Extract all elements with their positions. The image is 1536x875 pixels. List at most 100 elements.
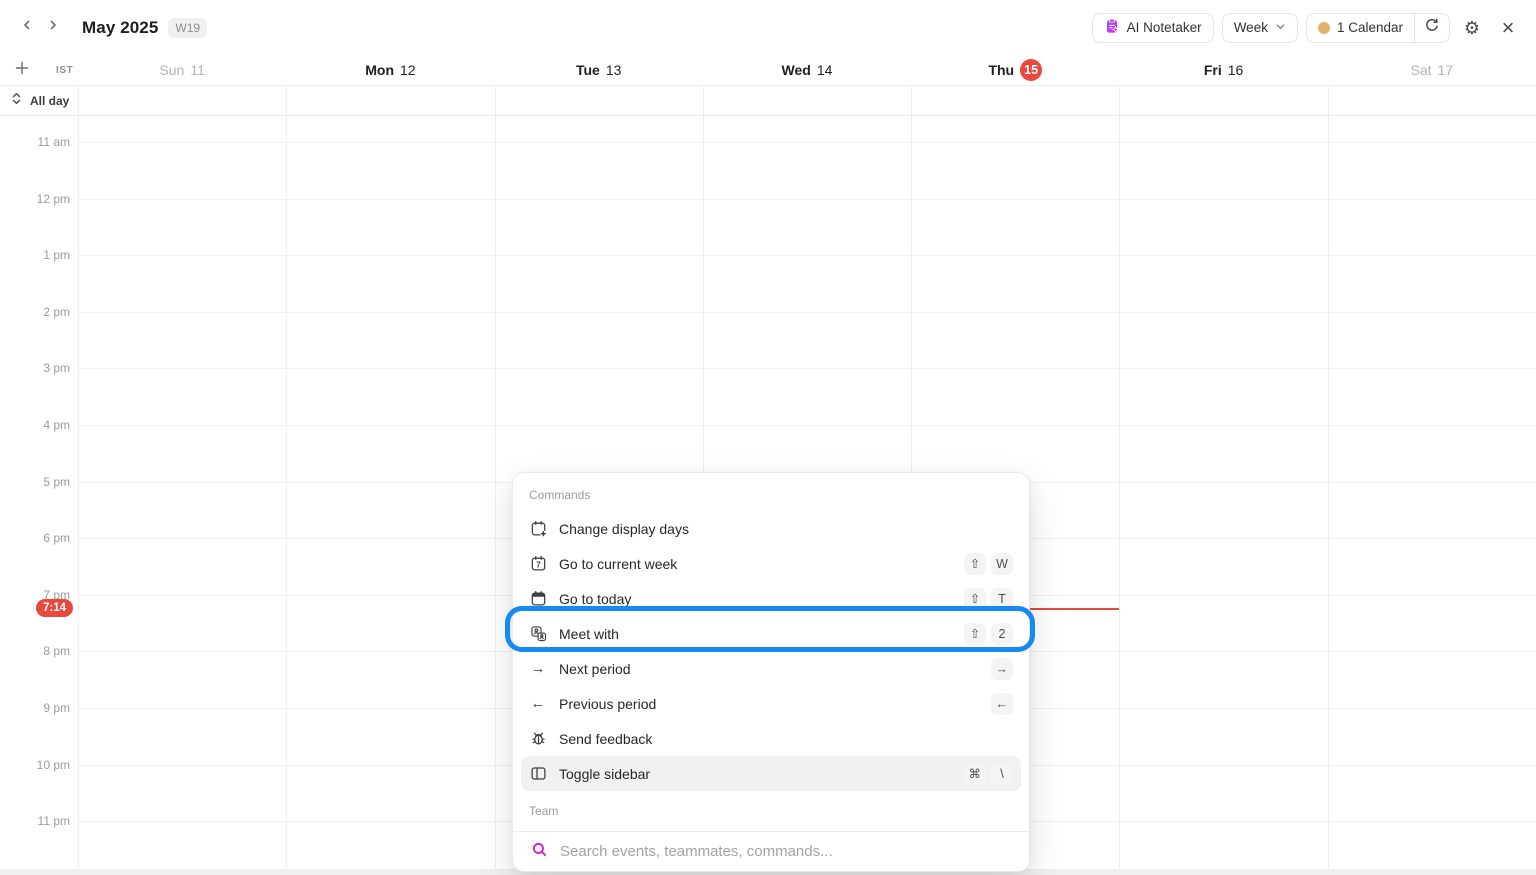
add-event-button[interactable] xyxy=(9,57,35,83)
command-label: Go to today xyxy=(559,591,631,607)
chevron-down-icon xyxy=(1275,20,1286,35)
view-selector-button[interactable]: Week xyxy=(1222,13,1298,43)
command-label: Send feedback xyxy=(559,731,652,747)
ai-notetaker-label: AI Notetaker xyxy=(1127,20,1202,35)
hour-gridline xyxy=(78,425,1536,426)
all-day-cell[interactable] xyxy=(78,86,286,115)
ai-notetaker-icon xyxy=(1104,18,1120,37)
hour-label: 10 pm xyxy=(37,758,70,772)
all-day-cell[interactable] xyxy=(1328,86,1536,115)
hour-gridline xyxy=(78,368,1536,369)
shortcut-key: ⇧ xyxy=(964,623,986,645)
all-day-cell[interactable] xyxy=(703,86,911,115)
command-item-next-period[interactable]: →Next period→ xyxy=(521,651,1021,686)
palette-search-row xyxy=(513,831,1029,871)
hour-gridline xyxy=(78,142,1536,143)
all-day-cell[interactable] xyxy=(495,86,703,115)
close-button[interactable]: × xyxy=(1494,14,1522,42)
calendar-plus-icon xyxy=(529,520,547,537)
day-number: 12 xyxy=(400,62,416,78)
hour-label: 3 pm xyxy=(43,361,70,375)
day-column-fri[interactable] xyxy=(1119,116,1327,875)
day-header-row: IST Sun11Mon12Tue13Wed14Thu15Fri16Sat17 xyxy=(0,55,1536,85)
calendar-count-label: 1 Calendar xyxy=(1337,20,1403,35)
hour-label: 2 pm xyxy=(43,305,70,319)
command-item-go-to-today[interactable]: Go to today ⇧T xyxy=(521,581,1021,616)
command-label: Change display days xyxy=(559,521,689,537)
calendar-week-icon: 7 xyxy=(529,555,547,572)
calendar-count-button[interactable]: 1 Calendar xyxy=(1307,14,1414,42)
current-time-badge: 7:14 xyxy=(36,599,73,617)
hour-label: 9 pm xyxy=(43,701,70,715)
day-header-thu[interactable]: Thu15 xyxy=(911,55,1119,85)
all-day-cell[interactable] xyxy=(911,86,1119,115)
topbar: May 2025 W19 AI Notetaker Week 1 Calenda… xyxy=(0,0,1536,55)
command-palette: Commands Change display days 7 Go to curren… xyxy=(512,472,1030,872)
unfold-icon xyxy=(10,91,23,111)
prev-period-button[interactable] xyxy=(14,15,40,41)
all-day-label: All day xyxy=(30,94,69,108)
shortcut-key: \ xyxy=(991,763,1013,785)
command-label: Toggle sidebar xyxy=(559,766,650,782)
chevron-right-icon xyxy=(46,18,60,37)
chevron-left-icon xyxy=(20,18,34,37)
command-item-meet-with[interactable]: Meet with ⇧2 xyxy=(521,616,1021,651)
day-header-sat[interactable]: Sat17 xyxy=(1328,55,1536,85)
command-item-send-feedback[interactable]: Send feedback xyxy=(521,721,1021,756)
gear-icon: ⚙ xyxy=(1464,19,1480,37)
search-icon xyxy=(531,841,548,863)
plus-icon xyxy=(14,60,30,81)
day-header-tue[interactable]: Tue13 xyxy=(495,55,703,85)
next-period-button[interactable] xyxy=(40,15,66,41)
hour-label: 8 pm xyxy=(43,644,70,658)
day-number: 17 xyxy=(1438,62,1454,78)
calendar-color-dot xyxy=(1318,22,1330,34)
hour-label: 6 pm xyxy=(43,531,70,545)
all-day-toggle[interactable]: All day xyxy=(0,86,78,115)
people-icon xyxy=(529,625,547,642)
palette-search-input[interactable] xyxy=(560,843,1011,860)
day-number: 11 xyxy=(190,62,205,78)
command-item-toggle-sidebar[interactable]: Toggle sidebar ⌘\ xyxy=(521,756,1021,791)
day-header-wed[interactable]: Wed14 xyxy=(703,55,911,85)
day-header-sun[interactable]: Sun11 xyxy=(78,55,286,85)
arrow-right-icon: → xyxy=(529,660,547,677)
day-column-sat[interactable] xyxy=(1328,116,1536,875)
hour-label: 11 am xyxy=(38,135,70,149)
day-number: 14 xyxy=(817,62,833,78)
page-title: May 2025 xyxy=(82,18,158,38)
calendar-today-icon xyxy=(529,590,547,607)
command-label: Meet with xyxy=(559,626,619,642)
all-day-cell[interactable] xyxy=(1119,86,1327,115)
day-header-fri[interactable]: Fri16 xyxy=(1119,55,1327,85)
day-column-mon[interactable] xyxy=(286,116,494,875)
command-item-go-to-current-week[interactable]: 7Go to current week⇧W xyxy=(521,546,1021,581)
day-column-sun[interactable] xyxy=(78,116,286,875)
command-item-change-display-days[interactable]: Change display days xyxy=(521,511,1021,546)
hour-gridline xyxy=(78,199,1536,200)
shortcut-key: ← xyxy=(991,693,1014,715)
hour-gridline xyxy=(78,255,1536,256)
hour-label: 11 pm xyxy=(38,814,70,828)
ai-notetaker-button[interactable]: AI Notetaker xyxy=(1092,13,1214,43)
hour-gridline xyxy=(78,312,1536,313)
shortcut-key: T xyxy=(991,588,1013,610)
settings-button[interactable]: ⚙ xyxy=(1458,14,1486,42)
week-number-badge: W19 xyxy=(168,18,207,38)
palette-section-label: Team xyxy=(513,791,1029,827)
palette-section-label: Commands xyxy=(513,475,1029,511)
bug-icon xyxy=(529,730,547,747)
shortcut-key: ⇧ xyxy=(964,588,986,610)
day-number: 16 xyxy=(1228,62,1244,78)
shortcut-key: ⌘ xyxy=(964,763,987,785)
all-day-row: All day xyxy=(0,85,1536,116)
all-day-cell[interactable] xyxy=(286,86,494,115)
shortcut-key: → xyxy=(991,658,1014,680)
refresh-button[interactable] xyxy=(1415,14,1449,42)
shortcut-key: 2 xyxy=(991,623,1013,645)
day-header-mon[interactable]: Mon12 xyxy=(286,55,494,85)
calendar-group: 1 Calendar xyxy=(1306,13,1450,43)
command-item-previous-period[interactable]: ←Previous period← xyxy=(521,686,1021,721)
command-label: Go to current week xyxy=(559,556,677,572)
close-icon: × xyxy=(1502,17,1515,39)
